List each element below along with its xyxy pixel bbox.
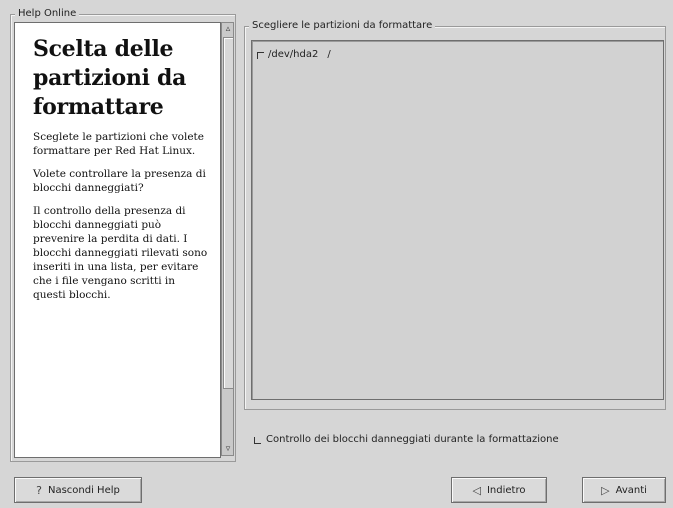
partition-mount: /	[327, 49, 331, 60]
hide-help-label: Nascondi Help	[47, 484, 120, 496]
help-paragraph: Sceglete le partizioni che volete format…	[33, 131, 204, 157]
partition-device: /dev/hda2	[268, 49, 319, 60]
next-button[interactable]: ▷ Avanti	[582, 477, 666, 503]
help-paragraph: Volete controllare la presenza di blocch…	[33, 168, 206, 194]
help-heading: Scelta delle partizioni da formattare	[33, 36, 187, 120]
checkbox-icon[interactable]	[254, 436, 261, 444]
help-paragraph: Il controllo della presenza di blocchi d…	[33, 205, 208, 301]
arrow-right-icon: ▷	[601, 483, 610, 497]
next-label: Avanti	[615, 484, 647, 496]
partition-checkbox-hda2[interactable]: /dev/hda2 /	[257, 48, 331, 62]
back-label: Indietro	[486, 484, 526, 496]
scrollbar-thumb[interactable]	[223, 37, 234, 389]
scroll-down-arrow-icon[interactable]: ▿	[223, 444, 233, 454]
help-frame-title: Help Online	[15, 7, 80, 21]
partitions-frame-title: Scegliere le partizioni da formattare	[249, 19, 436, 33]
badblocks-checkbox[interactable]: Controllo dei blocchi danneggiati durant…	[254, 432, 559, 446]
hide-help-button[interactable]: ? Nascondi Help	[14, 477, 142, 503]
badblocks-label: Controllo dei blocchi danneggiati durant…	[266, 433, 559, 445]
checkbox-icon[interactable]	[257, 51, 264, 59]
partition-list: /dev/hda2 /	[251, 40, 664, 400]
question-icon: ?	[36, 483, 42, 497]
arrow-left-icon: ◁	[472, 483, 481, 497]
scroll-up-arrow-icon[interactable]: ▵	[223, 24, 233, 34]
help-text-panel: Scelta delle partizioni da formattare Sc…	[14, 22, 221, 458]
back-button[interactable]: ◁ Indietro	[451, 477, 547, 503]
help-scrollbar[interactable]: ▵ ▿	[221, 22, 234, 456]
